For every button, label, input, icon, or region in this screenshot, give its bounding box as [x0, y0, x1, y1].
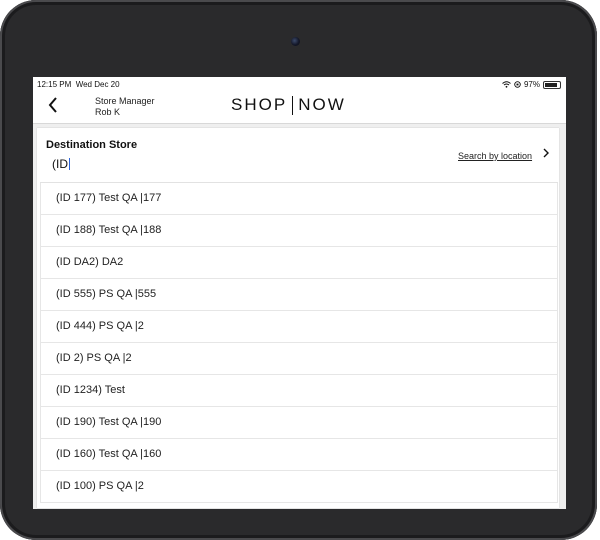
- top-navigation-bar: Store Manager Rob K SHOP NOW: [33, 91, 566, 124]
- user-role: Store Manager: [95, 96, 155, 106]
- store-results-list: (ID 177) Test QA |177 (ID 188) Test QA |…: [40, 182, 558, 503]
- orientation-lock-icon: [514, 81, 521, 88]
- search-by-location-link[interactable]: Search by location: [458, 151, 532, 161]
- store-result-item[interactable]: (ID 177) Test QA |177: [40, 183, 558, 215]
- status-bar: 12:15 PM Wed Dec 20 97%: [33, 77, 566, 91]
- store-result-item[interactable]: (ID 444) PS QA |2: [40, 311, 558, 343]
- status-time: 12:15 PM Wed Dec 20: [37, 80, 120, 89]
- app-screen: 12:15 PM Wed Dec 20 97% Store Manager Ro…: [33, 77, 566, 509]
- chevron-left-icon[interactable]: [47, 94, 67, 118]
- chevron-right-icon[interactable]: [542, 147, 550, 162]
- battery-percent: 97%: [523, 80, 540, 89]
- store-result-item[interactable]: (ID 190) Test QA |190: [40, 407, 558, 439]
- status-clock: 12:15 PM: [37, 80, 72, 89]
- store-result-item[interactable]: (ID 2) PS QA |2: [40, 343, 558, 375]
- store-result-item[interactable]: (ID 160) Test QA |160: [40, 439, 558, 471]
- brand-logo-divider: [292, 95, 294, 115]
- status-indicators: 97%: [502, 80, 561, 89]
- store-result-item[interactable]: (ID 100) PS QA |2: [40, 471, 558, 503]
- brand-logo: SHOP NOW: [231, 95, 346, 115]
- store-result-item[interactable]: (ID 555) PS QA |555: [40, 279, 558, 311]
- destination-store-title: Destination Store: [46, 139, 138, 151]
- brand-logo-right: NOW: [298, 95, 346, 114]
- store-result-item[interactable]: (ID 1234) Test: [40, 375, 558, 407]
- store-result-item[interactable]: (ID DA2) DA2: [40, 247, 558, 279]
- status-date: Wed Dec 20: [75, 80, 120, 89]
- brand-logo-left: SHOP: [231, 95, 288, 114]
- store-result-item[interactable]: (ID 188) Test QA |188: [40, 215, 558, 247]
- text-cursor: [69, 158, 70, 170]
- wifi-icon: [502, 81, 511, 88]
- search-input-value: (ID: [52, 157, 68, 171]
- user-name: Rob K: [95, 107, 121, 117]
- destination-store-card: Destination Store (ID Search by location…: [37, 128, 559, 508]
- front-camera: [291, 37, 300, 46]
- battery-icon: [543, 80, 561, 89]
- destination-store-search-input[interactable]: (ID: [52, 157, 352, 173]
- user-info: Store Manager Rob K: [95, 96, 155, 118]
